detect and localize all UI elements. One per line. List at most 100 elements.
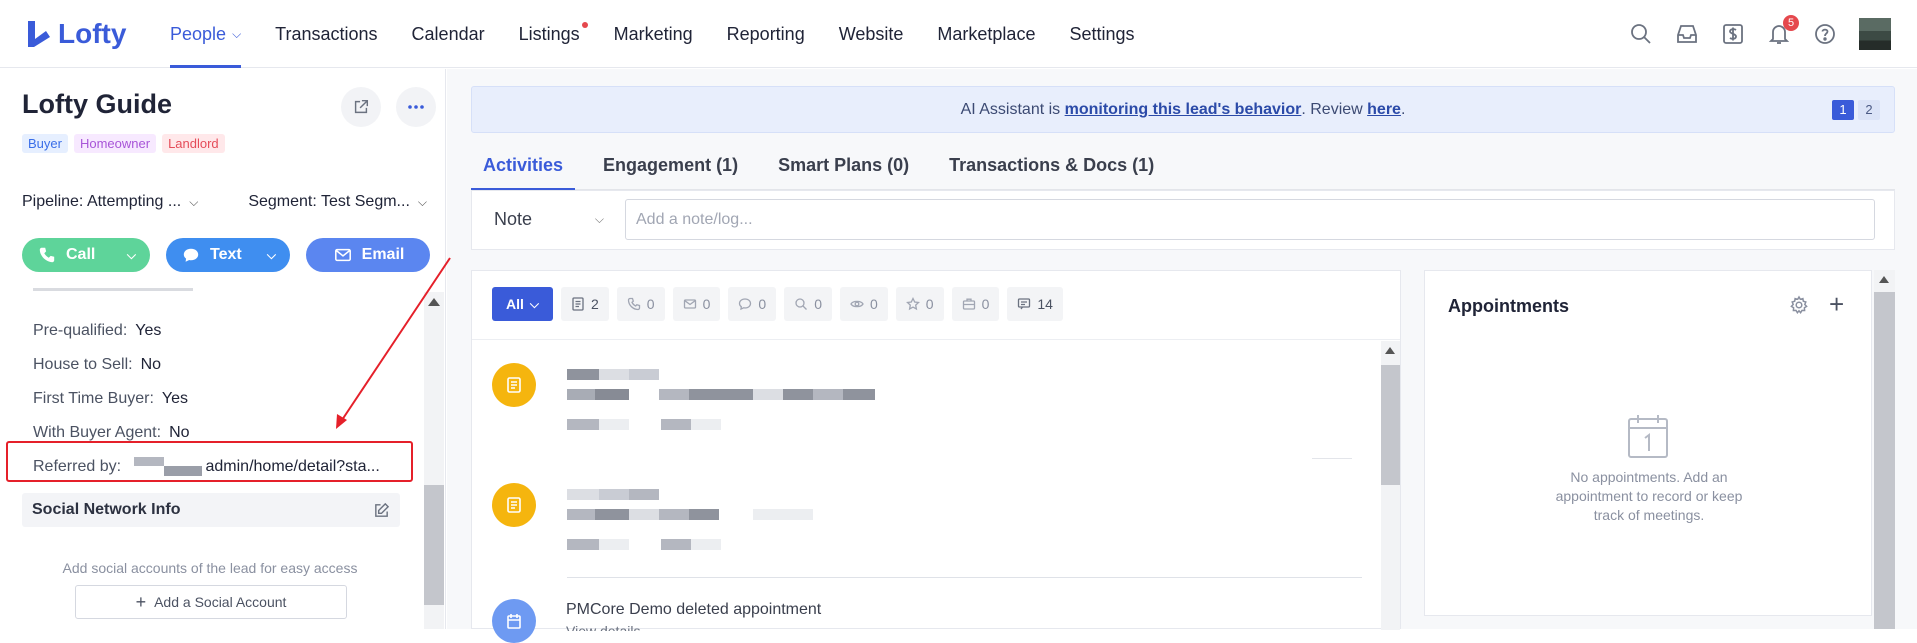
review-here-link[interactable]: here (1367, 101, 1401, 119)
chevron-down-icon: ⌵ (529, 296, 539, 311)
detail-label: House to Sell: (33, 356, 133, 373)
filter-texts[interactable]: 0 (728, 287, 777, 321)
scrollbar-thumb[interactable] (424, 485, 444, 605)
scroll-up-arrow-icon[interactable] (1879, 276, 1889, 283)
detail-tabs: Activities Engagement (1) Smart Plans (0… (471, 141, 1895, 191)
nav-item-website[interactable]: Website (839, 0, 904, 68)
user-avatar[interactable] (1859, 18, 1891, 50)
nav-item-calendar[interactable]: Calendar (412, 0, 485, 68)
tab-activities[interactable]: Activities (471, 141, 576, 191)
lofty-logo[interactable]: Lofty (26, 18, 126, 50)
phone-icon (39, 247, 55, 263)
activity-subtext[interactable]: View details (566, 623, 640, 631)
bell-icon[interactable]: 5 (1767, 15, 1799, 46)
chevron-down-icon: ⌵ (594, 212, 604, 226)
nav-item-listings[interactable]: Listings (518, 0, 588, 68)
filter-searches[interactable]: 0 (784, 287, 832, 321)
feed-scrollbar[interactable] (1381, 341, 1400, 630)
scroll-up-arrow-icon[interactable] (1385, 347, 1395, 354)
inbox-icon[interactable] (1675, 22, 1699, 46)
appointments-card: Appointments + No appointments. Add an a… (1424, 270, 1872, 616)
email-button[interactable]: Email (306, 238, 430, 272)
filter-notes[interactable]: 2 (561, 287, 609, 321)
filter-favorites[interactable]: 0 (895, 287, 944, 321)
banner-middle: . Review (1301, 100, 1368, 118)
nav-item-marketing[interactable]: Marketing (614, 0, 693, 68)
segment-select[interactable]: Segment: Test Segm... ⌵ (248, 193, 427, 211)
text-button[interactable]: Text ⌵ (166, 238, 290, 272)
nav-item-label: Calendar (411, 23, 485, 44)
filter-transactions[interactable]: 0 (951, 287, 1000, 321)
chevron-down-icon[interactable]: ⌵ (267, 248, 276, 263)
scrollbar-thumb[interactable] (1381, 365, 1400, 485)
filter-count: 0 (646, 296, 655, 312)
note-bar: Note ⌵ (471, 190, 1895, 250)
nav-item-label: Marketplace (937, 23, 1036, 44)
tab-smart-plans[interactable]: Smart Plans (0) (766, 141, 921, 190)
left-panel-scrollbar[interactable] (424, 292, 444, 629)
filter-views[interactable]: 0 (839, 287, 888, 321)
add-appointment-button[interactable]: + (1829, 291, 1844, 317)
filter-all-button[interactable]: All ⌵ (492, 287, 553, 321)
social-title: Social Network Info (32, 501, 181, 518)
call-label: Call (66, 246, 96, 263)
pipeline-select[interactable]: Pipeline: Attempting ... ⌵ (22, 193, 198, 211)
tab-engagement[interactable]: Engagement (1) (591, 141, 750, 190)
nav-item-marketplace[interactable]: Marketplace (937, 0, 1035, 68)
nav-item-transactions[interactable]: Transactions (275, 0, 377, 68)
appointments-scrollbar[interactable] (1874, 270, 1895, 629)
banner-suffix: . (1400, 100, 1406, 118)
lead-name: Lofty Guide (22, 89, 172, 119)
calendar-activity-icon (492, 599, 536, 643)
call-button[interactable]: Call ⌵ (22, 238, 150, 272)
redacted-activity-text (567, 389, 875, 400)
search-icon[interactable] (1629, 22, 1653, 46)
plus-icon: + (135, 591, 147, 612)
filter-calls[interactable]: 0 (616, 287, 665, 321)
main-content: AI Assistant is monitoring this lead's b… (447, 69, 1917, 643)
share-button[interactable] (341, 87, 381, 127)
filter-messages[interactable]: 14 (1007, 287, 1063, 321)
help-icon[interactable] (1813, 22, 1837, 46)
add-social-account-button[interactable]: + Add a Social Account (75, 585, 347, 619)
note-icon (572, 297, 584, 311)
briefcase-icon (962, 298, 975, 310)
nav-item-reporting[interactable]: Reporting (727, 0, 805, 68)
chevron-down-icon[interactable]: ⌵ (127, 248, 136, 263)
nav-item-settings[interactable]: Settings (1069, 0, 1134, 68)
nav-item-label: Listings (518, 23, 580, 44)
more-button[interactable] (396, 87, 436, 127)
redacted-activity-title (567, 369, 659, 380)
note-type-select[interactable]: Note ⌵ (494, 209, 604, 230)
scrollbar-thumb[interactable] (1874, 292, 1895, 629)
nav-icon-group: 5 (1629, 0, 1917, 68)
referred-value[interactable]: admin/home/detail?sta... (206, 458, 380, 475)
divider (1312, 458, 1352, 459)
monitoring-link[interactable]: monitoring this lead's behavior (1065, 101, 1302, 119)
nav-item-people[interactable]: People ⌵ (170, 0, 242, 68)
banner-page-2[interactable]: 2 (1858, 100, 1880, 120)
chat-bubble-icon (183, 248, 199, 262)
mail-icon (334, 248, 351, 262)
social-network-header: Social Network Info (22, 493, 400, 527)
detail-value: No (169, 424, 190, 441)
nav-item-label: Reporting (726, 23, 805, 44)
scroll-up-arrow-icon[interactable] (428, 298, 440, 306)
banner-page-1[interactable]: 1 (1832, 100, 1854, 120)
banner-pager: 1 2 (1832, 100, 1880, 120)
redacted-activity-meta (567, 419, 721, 430)
edit-icon[interactable] (373, 502, 390, 519)
filter-count: 14 (1037, 296, 1053, 312)
lead-details-list: Pre-qualified: Yes House to Sell: No First… (0, 288, 445, 629)
nav-item-label: Transactions (275, 23, 378, 44)
note-input[interactable] (625, 199, 1875, 240)
message-icon (1018, 298, 1031, 310)
dollar-icon[interactable] (1721, 22, 1745, 46)
gear-icon[interactable] (1789, 295, 1809, 315)
lead-selects: Pipeline: Attempting ... ⌵ Segment: Test… (22, 193, 427, 211)
filter-emails[interactable]: 0 (672, 287, 721, 321)
contact-actions: Call ⌵ Text ⌵ Email (22, 238, 430, 272)
tab-transactions-docs[interactable]: Transactions & Docs (1) (937, 141, 1166, 190)
appointments-title: Appointments (1448, 296, 1569, 316)
filter-count: 0 (981, 296, 990, 312)
